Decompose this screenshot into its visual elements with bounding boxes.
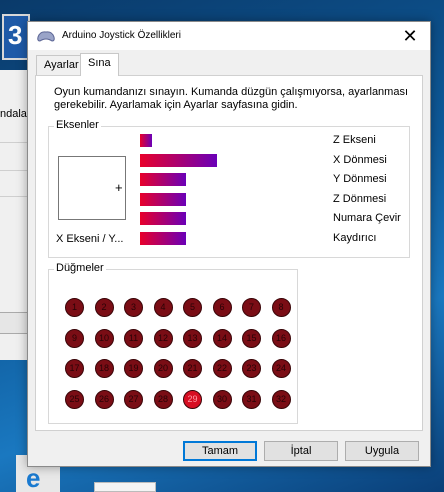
buttons-group-label: Düğmeler	[54, 262, 106, 274]
cancel-button[interactable]: İptal	[264, 441, 338, 461]
axis-level-bar	[140, 192, 186, 206]
joystick-button-indicator: 2	[94, 298, 114, 317]
joystick-button-indicator: 29	[183, 389, 202, 409]
joystick-button-indicator: 19	[124, 359, 143, 378]
axes-group-label: Eksenler	[54, 119, 101, 131]
taskbar-thumbnail[interactable]	[94, 482, 156, 492]
xy-axis-label: X Ekseni / Y...	[56, 233, 124, 245]
joystick-button-indicator: 7	[242, 298, 261, 317]
intro-text: Oyun kumandanızı sınayın. Kumanda düzgün…	[54, 86, 409, 111]
joystick-button-indicator: 15	[242, 328, 261, 348]
axes-group: Eksenler + X Ekseni / Y... Z Ekseni X Dön…	[48, 119, 410, 258]
apply-button[interactable]: Uygula	[345, 441, 419, 461]
joystick-button-indicator: 21	[183, 359, 202, 378]
edge-browser-icon[interactable]: e	[26, 465, 50, 491]
joystick-button-indicator: 26	[94, 389, 114, 409]
joystick-properties-dialog: Arduino Joystick Özellikleri ✕ Ayarlar S…	[27, 21, 431, 467]
joystick-button-indicator: 28	[153, 389, 173, 409]
joystick-button-indicator: 6	[212, 298, 232, 317]
axis-label: Z Ekseni	[333, 134, 376, 146]
joystick-button-indicator: 18	[94, 359, 114, 378]
joystick-button-indicator: 22	[212, 359, 232, 378]
gamepad-icon	[37, 31, 55, 42]
close-button[interactable]: ✕	[390, 22, 430, 50]
joystick-button-indicator: 4	[153, 298, 173, 317]
joystick-button-indicator: 10	[94, 328, 114, 348]
axis-label: Y Dönmesi	[333, 173, 387, 185]
joystick-button-indicator: 1	[65, 298, 84, 317]
axis-label: X Dönmesi	[333, 153, 387, 166]
joystick-button-indicator: 25	[65, 389, 84, 409]
axis-level-bar	[140, 212, 186, 225]
background-app-icon: 3	[2, 14, 30, 60]
axis-label: Kaydırıcı	[333, 231, 377, 244]
tab-test[interactable]: Sına	[80, 53, 119, 76]
joystick-button-indicator: 9	[65, 328, 84, 348]
joystick-button-indicator: 16	[271, 328, 291, 348]
joystick-button-indicator: 5	[183, 298, 202, 317]
tab-test-label: Sına	[88, 57, 111, 69]
joystick-button-indicator: 31	[242, 389, 261, 409]
joystick-button-indicator: 13	[183, 328, 202, 348]
joystick-button-indicator: 24	[271, 359, 291, 378]
joystick-button-indicator: 32	[271, 389, 291, 409]
joystick-button-indicator: 27	[124, 389, 143, 409]
joystick-button-indicator: 14	[212, 328, 232, 348]
test-tab-panel: Oyun kumandanızı sınayın. Kumanda düzgün…	[35, 75, 423, 431]
joystick-button-indicator: 12	[153, 328, 173, 348]
joystick-button-indicator: 30	[212, 389, 232, 409]
tab-settings-label: Ayarlar	[44, 59, 79, 71]
background-window-text: ndala	[0, 108, 27, 120]
joystick-button-indicator: 20	[153, 359, 173, 378]
axis-level-bar	[140, 153, 217, 167]
ok-button[interactable]: Tamam	[183, 441, 257, 461]
joystick-button-indicator: 11	[124, 328, 143, 348]
xy-axis-display: +	[58, 156, 126, 220]
joystick-button-indicator: 17	[65, 359, 84, 378]
axis-level-bar	[140, 173, 186, 186]
background-button	[0, 312, 30, 334]
buttons-group: Düğmeler 1 2 3 4 5 6 7 8 9 10 11 12 13 14 15 16 17 18 19 20…	[48, 262, 298, 424]
joystick-button-indicator: 8	[271, 298, 291, 317]
dialog-title: Arduino Joystick Özellikleri	[62, 30, 181, 41]
close-icon: ✕	[402, 26, 418, 46]
joystick-button-indicator: 3	[124, 298, 143, 317]
axis-label: Z Dönmesi	[333, 192, 387, 205]
axis-level-bar	[140, 231, 186, 245]
axis-label: Numara Çevir	[333, 212, 401, 224]
title-bar[interactable]: Arduino Joystick Özellikleri ✕	[28, 22, 430, 50]
joystick-button-indicator: 23	[242, 359, 261, 378]
crosshair-icon: +	[115, 180, 123, 195]
axis-level-bar	[140, 134, 152, 147]
